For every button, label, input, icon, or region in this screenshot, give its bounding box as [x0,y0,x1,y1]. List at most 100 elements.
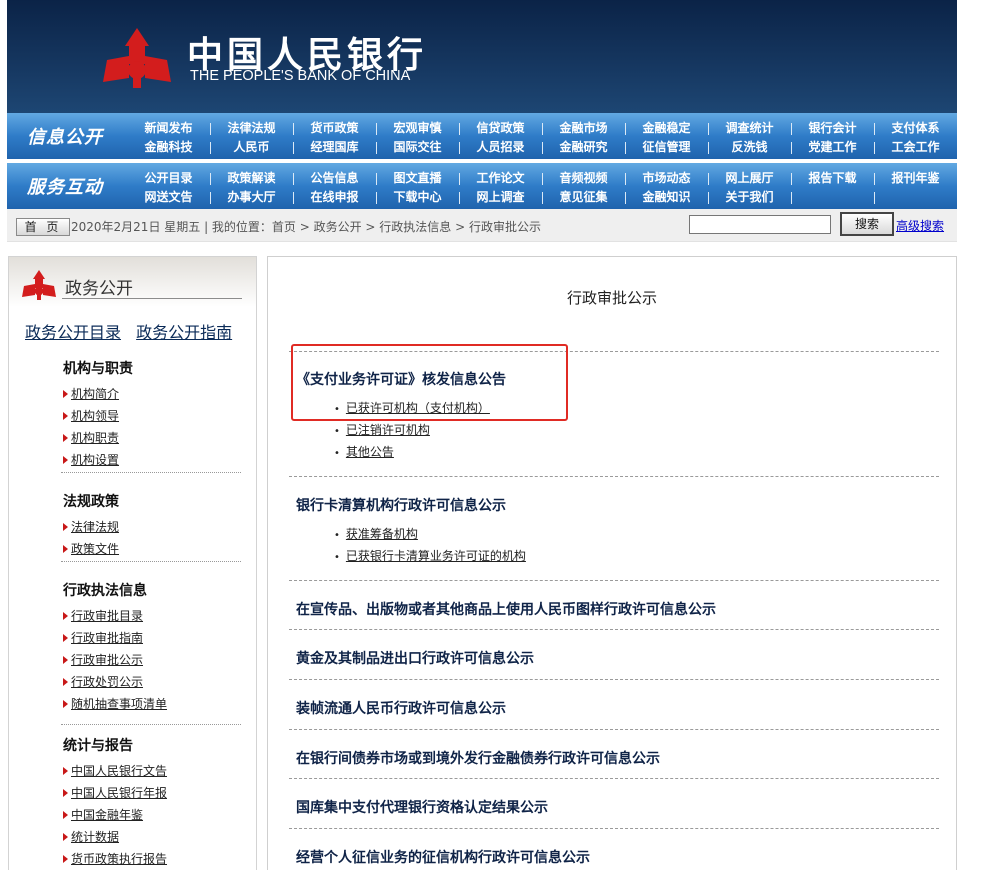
link-directory[interactable]: 政务公开目录 [25,323,121,342]
arrow-right-icon [63,412,68,420]
sidebar-item[interactable]: 中国人民银行年报 [63,782,167,804]
nav-item[interactable]: 公告信息 [293,169,376,188]
nav-item[interactable]: 网上展厅 [708,169,791,188]
nav-item[interactable]: 金融科技 [127,138,210,157]
nav-item[interactable]: 网上调查 [459,188,542,207]
nav-item[interactable]: 金融市场 [542,119,625,138]
nav-item[interactable]: 调查统计 [708,119,791,138]
section-title-financial-bonds[interactable]: 在银行间债券市场或到境外发行金融债券行政许可信息公示 [296,748,660,768]
sidebar-item[interactable]: 法律法规 [63,516,119,538]
home-button[interactable]: 首 页 [16,218,70,236]
nav-item[interactable]: 在线申报 [293,188,376,207]
breadcrumb: 2020年2月21日 星期五 | 我的位置：首页 > 政务公开 > 行政执法信息… [71,220,541,234]
section-title-credit-reporting[interactable]: 经营个人征信业务的征信机构行政许可信息公示 [296,847,590,867]
nav-item[interactable]: 支付体系 [874,119,957,138]
sidebar-item[interactable]: 机构领导 [63,405,133,427]
sidebar-item[interactable]: 行政审批公示 [63,649,167,671]
nav-item[interactable]: 银行会计 [791,119,874,138]
section-title-gold-import[interactable]: 黄金及其制品进出口行政许可信息公示 [296,648,534,668]
section-title-bank-card-clearing[interactable]: 银行卡清算机构行政许可信息公示 [296,495,506,515]
sidebar-item[interactable]: 机构设置 [63,449,133,471]
sidebar-item[interactable]: 行政处罚公示 [63,671,167,693]
nav-item[interactable]: 国际交往 [376,138,459,157]
sidebar-item[interactable]: 中国人民银行文告 [63,760,167,782]
list-item[interactable]: • 已获银行卡清算业务许可证的机构 [334,547,526,564]
sidebar-item[interactable]: 机构简介 [63,383,133,405]
nav-item[interactable]: 意见征集 [542,188,625,207]
nav-item[interactable]: 音频视频 [542,169,625,188]
sidebar-item[interactable]: 随机抽查事项清单 [63,693,167,715]
nav-item[interactable]: 政策解读 [210,169,293,188]
section-divider [289,580,939,581]
section-title-framed-rmb[interactable]: 装帧流通人民币行政许可信息公示 [296,698,506,718]
arrow-right-icon [63,390,68,398]
nav-separator [874,123,875,135]
nav-item[interactable]: 党建工作 [791,138,874,157]
nav-separator [376,123,377,135]
section-title-treasury-agent[interactable]: 国库集中支付代理银行资格认定结果公示 [296,797,548,817]
nav-separator [542,173,543,185]
arrow-right-icon [63,811,68,819]
nav-item[interactable]: 新闻发布 [127,119,210,138]
nav-item[interactable]: 市场动态 [625,169,708,188]
sidebar-item[interactable]: 行政审批目录 [63,605,167,627]
nav-separator [542,142,543,154]
arrow-right-icon [63,612,68,620]
site-title-en: THE PEOPLE'S BANK OF CHINA [190,68,411,84]
nav-item[interactable]: 货币政策 [293,119,376,138]
sidebar-item[interactable]: 中国金融年鉴 [63,804,167,826]
sidebar-item[interactable]: 机构职责 [63,427,133,449]
nav-separator [459,173,460,185]
sidebar: 政务公开 政务公开目录 政务公开指南 机构与职责 机构简介 机构领导 机构职责 … [8,256,257,870]
nav-item[interactable]: 公开目录 [127,169,210,188]
arrow-right-icon [63,789,68,797]
nav-separator [376,192,377,204]
nav-service-label: 服务互动 [27,177,103,198]
arrow-right-icon [63,767,68,775]
sidebar-item[interactable]: 行政审批指南 [63,627,167,649]
nav-separator [210,142,211,154]
advanced-search-link[interactable]: 高级搜索 [896,217,944,234]
nav-item[interactable]: 工作论文 [459,169,542,188]
pboc-logo-icon[interactable] [99,26,175,90]
nav-item[interactable]: 办事大厅 [210,188,293,207]
nav-item[interactable]: 金融稳定 [625,119,708,138]
nav-item[interactable]: 金融知识 [625,188,708,207]
nav-separator [625,192,626,204]
nav-item[interactable]: 关于我们 [708,188,791,207]
nav-item[interactable]: 反洗钱 [708,138,791,157]
arrow-right-icon [63,434,68,442]
nav-separator [459,192,460,204]
main-panel: 行政审批公示 《支付业务许可证》核发信息公告 • 已获许可机构（支付机构） • 已注… [267,256,957,870]
arrow-right-icon [63,523,68,531]
nav-item[interactable]: 图文直播 [376,169,459,188]
nav-item[interactable]: 下载中心 [376,188,459,207]
nav-item[interactable]: 法律法规 [210,119,293,138]
link-guide[interactable]: 政务公开指南 [136,323,232,342]
nav-item[interactable]: 报告下载 [791,169,874,188]
search-input[interactable] [689,215,831,234]
nav-item[interactable]: 宏观审慎 [376,119,459,138]
nav-item[interactable]: 网送文告 [127,188,210,207]
nav-item[interactable]: 经理国库 [293,138,376,157]
sidebar-item[interactable]: 统计数据 [63,826,167,848]
nav-item[interactable]: 报刊年鉴 [874,169,957,188]
sidebar-item[interactable]: 政策文件 [63,538,119,560]
sidebar-divider [61,724,241,725]
nav-item[interactable]: 工会工作 [874,138,957,157]
nav-separator [293,192,294,204]
nav-item[interactable]: 金融研究 [542,138,625,157]
section-divider [289,476,939,477]
section-title-rmb-image[interactable]: 在宣传品、出版物或者其他商品上使用人民币图样行政许可信息公示 [296,599,716,619]
nav-item[interactable]: 信贷政策 [459,119,542,138]
list-item[interactable]: • 已注销许可机构 [334,421,430,438]
list-item[interactable]: • 其他公告 [334,443,394,460]
list-item[interactable]: • 获准筹备机构 [334,525,418,542]
section-divider [289,729,939,730]
nav-separator [376,173,377,185]
sidebar-item[interactable]: 货币政策执行报告 [63,848,167,870]
nav-item[interactable]: 人民币 [210,138,293,157]
nav-item[interactable]: 人员招录 [459,138,542,157]
search-button[interactable]: 搜索 [840,212,894,236]
nav-item[interactable]: 征信管理 [625,138,708,157]
